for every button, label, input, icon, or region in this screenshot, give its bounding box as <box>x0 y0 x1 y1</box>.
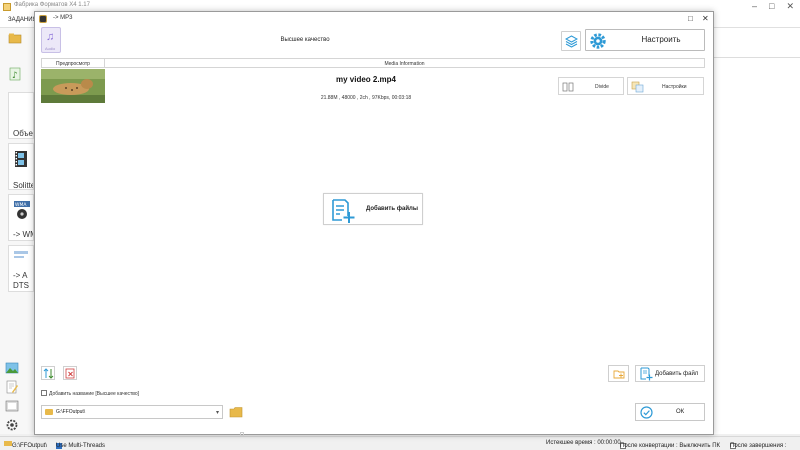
split-icon <box>562 82 574 92</box>
checkbox-icon[interactable] <box>41 390 47 396</box>
check-icon <box>640 406 653 419</box>
sort-button[interactable] <box>41 366 55 380</box>
configure-button[interactable]: Настроить <box>585 29 705 51</box>
audio-convert-icon <box>14 251 28 258</box>
minimize-icon[interactable]: – <box>752 1 757 12</box>
sidebar-item-wma[interactable]: WMA -> WM <box>8 194 34 241</box>
video-thumbnail <box>41 69 105 103</box>
app-title: Фабрика Форматов X4 1.17 <box>14 2 90 8</box>
column-preview: Предпросмотр <box>41 58 105 68</box>
resize-grip[interactable] <box>240 432 244 436</box>
column-media-info: Media Information <box>105 58 705 68</box>
dialog-app-icon <box>39 15 47 23</box>
menu-tasks[interactable]: ЗАДАНИЯ <box>8 17 37 23</box>
app-main-panel <box>714 28 800 434</box>
file-options-button[interactable]: Настройки <box>627 77 704 95</box>
layers-button[interactable] <box>561 31 581 51</box>
app-sidebar: ♪ Объед Solitter WMA -> WM -> A DTS <box>0 28 36 434</box>
dialog-titlebar: -> MP3 □ ✕ <box>35 12 713 26</box>
film-split-icon <box>15 151 27 167</box>
folder-icon <box>45 409 53 415</box>
sort-icon <box>43 368 54 379</box>
add-name-option[interactable]: Добавить название [Высшее качество] <box>41 390 139 397</box>
add-folder-icon <box>613 370 625 379</box>
app-logo-icon <box>3 3 11 11</box>
add-folder-button[interactable] <box>608 365 629 382</box>
status-output: G:\FFOutput\ <box>4 440 47 449</box>
delete-icon <box>65 368 75 379</box>
dialog-title: -> MP3 <box>53 15 73 21</box>
sidebar-item-label: Solitter <box>13 181 33 190</box>
status-bar: G:\FFOutput\ Use Multi-Threads Истекшее … <box>0 436 800 450</box>
browse-folder-button[interactable] <box>229 405 243 419</box>
gear-icon[interactable] <box>5 418 19 432</box>
file-name: my video 2.mp4 <box>335 75 397 84</box>
sidebar-item-merge[interactable]: Объед <box>8 92 34 139</box>
format-dialog: -> MP3 □ ✕ ♫ Audio Высшее качество Настр… <box>34 11 714 436</box>
add-file-icon <box>640 367 653 381</box>
elapsed-time: Истекшее время : 00:00:00 <box>546 440 621 446</box>
maximize-icon[interactable]: □ <box>769 1 774 12</box>
sidebar-item-label: Объед <box>13 129 33 138</box>
sidebar-item-label: -> A <box>13 271 28 280</box>
app-main-header <box>714 28 800 58</box>
folder-icon[interactable] <box>4 440 12 446</box>
maximize-icon[interactable]: □ <box>688 14 693 23</box>
sidebar-item-audio[interactable]: -> A DTS <box>8 245 34 292</box>
file-meta: 21.88M , 48000 , 2ch , 97Kbps, 00:03:18 <box>320 95 412 101</box>
svg-text:♪: ♪ <box>12 71 18 81</box>
music-note-icon: ♫ <box>46 31 55 43</box>
options-icon <box>631 81 644 93</box>
close-icon[interactable]: ✕ <box>702 14 709 23</box>
note-icon[interactable]: ♪ <box>8 67 22 81</box>
image-icon[interactable] <box>5 361 19 375</box>
window-controls: – □ ✕ <box>752 1 794 12</box>
sidebar-item-label: -> WM <box>13 230 33 239</box>
chevron-down-icon: ▾ <box>215 410 219 416</box>
folder-icon[interactable] <box>8 31 22 45</box>
file-row[interactable]: my video 2.mp4 21.88M , 48000 , 2ch , 97… <box>41 68 705 104</box>
settings-icon[interactable] <box>5 399 19 413</box>
output-path-select[interactable]: G:\FFOutput\ ▾ <box>41 405 223 419</box>
close-icon[interactable]: ✕ <box>786 1 794 12</box>
add-files-button[interactable]: Добавить файлы <box>323 193 423 225</box>
layers-icon <box>565 35 578 48</box>
add-file-icon <box>332 199 355 223</box>
sidebar-item-sublabel: DTS <box>13 281 29 290</box>
audio-format-icon: ♫ Audio <box>41 27 61 53</box>
edit-icon[interactable] <box>5 380 19 394</box>
ok-button[interactable]: ОК <box>635 403 705 421</box>
gear-icon <box>590 33 606 49</box>
remove-button[interactable] <box>63 366 77 380</box>
wma-icon: WMA <box>14 201 30 219</box>
add-file-button[interactable]: Добавить файл <box>635 365 705 382</box>
svg-text:WMA: WMA <box>15 202 27 208</box>
divide-button[interactable]: Divide <box>558 77 624 95</box>
sidebar-item-splitter[interactable]: Solitter <box>8 143 34 190</box>
quality-label: Высшее качество <box>280 37 330 43</box>
